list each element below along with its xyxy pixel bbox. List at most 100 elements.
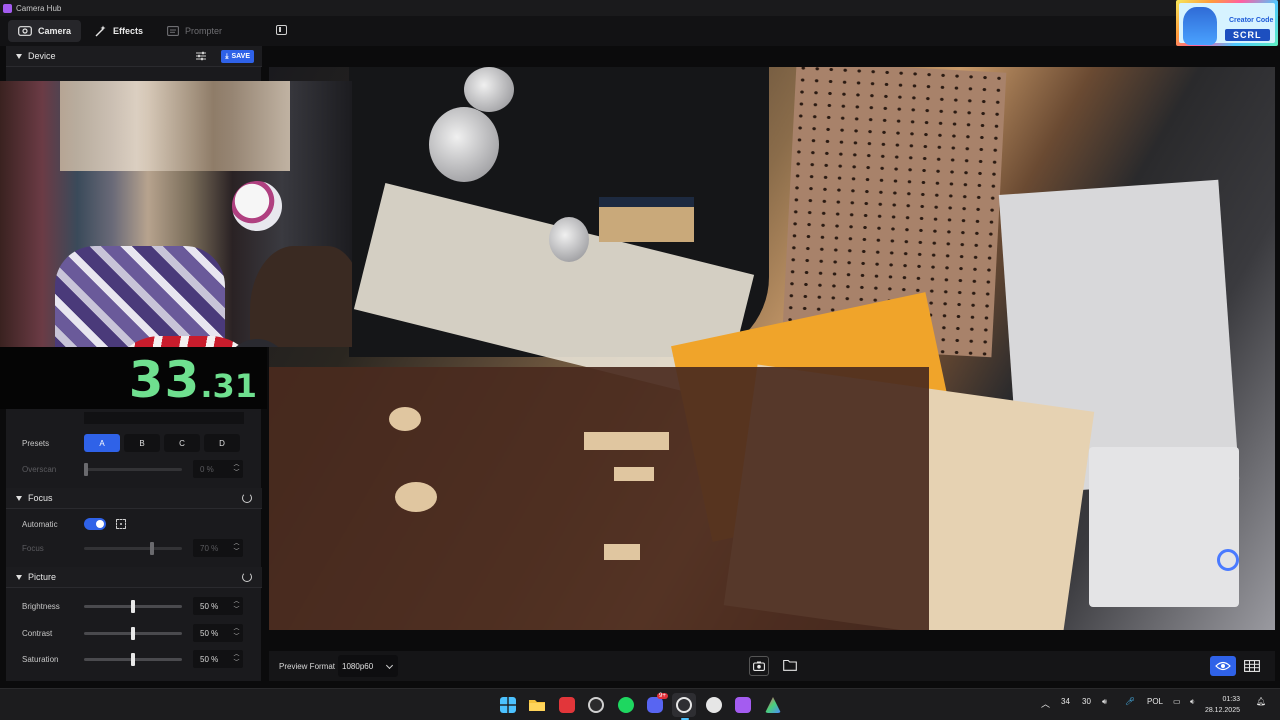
preset-d-button[interactable]: D [204, 434, 240, 452]
camera-hub-icon[interactable] [676, 697, 692, 713]
chevron-down-icon[interactable]: ﹀ [233, 634, 239, 640]
presets-row: Presets A B C D [22, 433, 252, 453]
clock[interactable]: 01:33 28.12.2025 [1205, 694, 1240, 716]
overscan-stepper[interactable]: ︿ ﹀ [233, 462, 240, 476]
app-icon[interactable] [765, 697, 781, 713]
tab-effects-label: Effects [113, 26, 144, 36]
obs-icon[interactable] [588, 697, 604, 713]
volume-icon[interactable]: 🔉︎ [1190, 697, 1195, 707]
overscan-row: Overscan 0 % ︿ ﹀ [22, 459, 252, 479]
notification-bell-icon[interactable]: 🔔︎ [1256, 697, 1266, 706]
focus-header-label: Focus [28, 493, 53, 503]
title-bar: Camera Hub [0, 0, 1280, 16]
discord-icon[interactable] [647, 697, 663, 713]
start-icon[interactable] [500, 697, 516, 713]
brightness-slider[interactable] [84, 599, 182, 613]
preview-knob [549, 217, 589, 262]
brightness-row: Brightness 50 % ︿ ﹀ [22, 596, 252, 616]
overscan-slider-thumb[interactable] [84, 462, 88, 476]
save-button[interactable]: ⤓ SAVE [221, 50, 254, 63]
language-indicator[interactable]: POL [1147, 697, 1163, 706]
chevron-up-icon[interactable]: ︿ [233, 599, 239, 605]
preview-knob [464, 67, 514, 112]
file-explorer-icon[interactable] [529, 697, 545, 713]
overscan-slider[interactable] [84, 462, 182, 476]
spotify-icon[interactable] [618, 697, 634, 713]
brightness-value-field[interactable]: 50 % ︿ ﹀ [193, 597, 243, 615]
chevron-up-icon[interactable]: ︿ [1041, 697, 1050, 710]
window-title: Camera Hub [16, 3, 62, 13]
tab-camera-label: Camera [38, 26, 72, 36]
speaker-icon[interactable]: 🔊︎ [1102, 697, 1107, 707]
snapshot-camera-icon [753, 661, 765, 671]
focus-value-field[interactable]: 70 % ︿ ﹀ [193, 539, 243, 557]
focus-stepper[interactable]: ︿ ﹀ [233, 541, 240, 555]
contrast-stepper[interactable]: ︿ ﹀ [233, 626, 240, 640]
camera-preview [269, 67, 1275, 630]
timer-text: 33.31 [129, 351, 257, 409]
timer-overlay: 33.31 [0, 347, 267, 409]
saturation-slider[interactable] [84, 652, 182, 666]
grid-icon [1244, 660, 1260, 672]
saturation-slider-thumb[interactable] [131, 652, 135, 666]
preview-format-select[interactable]: 1080p60 [338, 655, 399, 677]
creator-code-title: Creator Code [1229, 17, 1274, 24]
picture-section-header[interactable]: Picture [6, 567, 262, 588]
vivaldi-icon[interactable] [559, 697, 575, 713]
contrast-slider[interactable] [84, 626, 182, 640]
reset-picture-icon[interactable] [242, 572, 252, 582]
twitch-icon[interactable] [735, 697, 751, 713]
saturation-stepper[interactable]: ︿ ﹀ [233, 652, 240, 666]
focus-slider[interactable] [84, 541, 182, 555]
clock-time: 01:33 [1222, 696, 1240, 703]
preset-b-button[interactable]: B [124, 434, 160, 452]
caret-down-icon [16, 53, 22, 59]
saturation-value-field[interactable]: 50 % ︿ ﹀ [193, 650, 243, 668]
chevron-down-icon[interactable]: ﹀ [233, 660, 239, 666]
saturation-row: Saturation 50 % ︿ ﹀ [22, 649, 252, 669]
folder-icon[interactable] [783, 659, 797, 671]
chevron-up-icon[interactable]: ︿ [233, 626, 239, 632]
brightness-slider-thumb[interactable] [131, 599, 135, 613]
reset-focus-icon[interactable] [242, 493, 252, 503]
focus-section-header[interactable]: Focus [6, 488, 262, 509]
preview-blue-light [1217, 549, 1239, 571]
tray-temp: 34 [1061, 697, 1070, 706]
preset-c-button[interactable]: C [164, 434, 200, 452]
preview-cutout [604, 544, 640, 560]
chevron-down-icon[interactable]: ﹀ [233, 549, 239, 555]
device-section-header[interactable]: Device ⤓ SAVE [6, 46, 262, 67]
tab-effects[interactable]: Effects [85, 20, 153, 42]
chevron-down-icon[interactable]: ﹀ [233, 607, 239, 613]
top-tab-bar: Camera Effects Prompter [0, 16, 1280, 46]
discord-badge: 9+ [657, 693, 668, 699]
adjust-settings-icon[interactable] [196, 51, 206, 61]
autofocus-toggle[interactable] [84, 518, 106, 530]
overscan-value-field[interactable]: 0 % ︿ ﹀ [193, 460, 243, 478]
settings-icon[interactable] [706, 697, 722, 713]
chevron-up-icon[interactable]: ︿ [233, 652, 239, 658]
timer-whole: 33 [128, 351, 201, 409]
tab-camera[interactable]: Camera [8, 20, 82, 42]
sidebar-toggle-icon[interactable] [276, 25, 287, 35]
grid-overlay-button[interactable] [1241, 656, 1263, 676]
chevron-up-icon[interactable]: ︿ [233, 462, 239, 468]
chevron-down-icon[interactable]: ﹀ [233, 470, 239, 476]
creator-avatar [1183, 7, 1217, 45]
brightness-stepper[interactable]: ︿ ﹀ [233, 599, 240, 613]
saturation-label: Saturation [22, 654, 59, 664]
autofocus-row: Automatic [22, 514, 252, 534]
focus-value: 70 % [200, 543, 219, 553]
network-icon[interactable]: ▭ [1173, 697, 1181, 706]
contrast-value-field[interactable]: 50 % ︿ ﹀ [193, 624, 243, 642]
preset-a-button[interactable]: A [84, 434, 120, 452]
snapshot-button[interactable] [749, 656, 769, 676]
preview-cutout [389, 407, 421, 431]
contrast-slider-thumb[interactable] [131, 626, 135, 640]
preview-visibility-button[interactable] [1210, 656, 1236, 676]
chevron-up-icon[interactable]: ︿ [233, 541, 239, 547]
tab-prompter[interactable]: Prompter [157, 20, 232, 42]
focus-target-icon[interactable] [116, 519, 126, 529]
focus-slider-thumb[interactable] [150, 541, 154, 555]
microphone-icon[interactable]: 🎤︎ [1125, 697, 1135, 706]
